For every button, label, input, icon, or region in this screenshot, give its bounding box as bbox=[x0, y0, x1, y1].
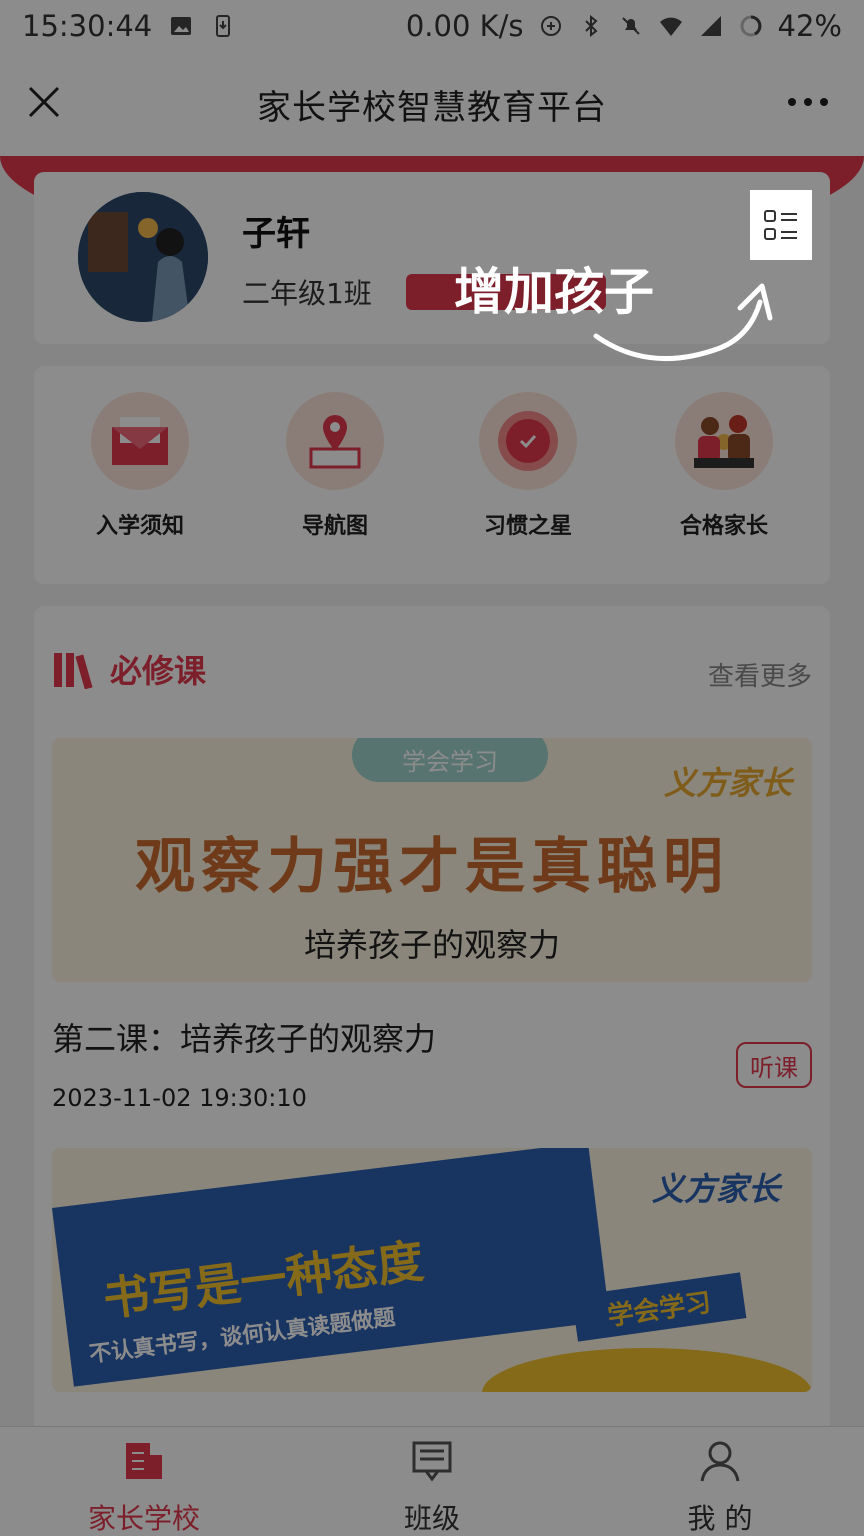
battery-icon bbox=[740, 15, 762, 37]
status-bar: 15:30:44 0.00 K/s 42% bbox=[0, 0, 864, 52]
bottom-tab-bar: 家长学校 班级 我 的 bbox=[0, 1426, 864, 1536]
child-name: 子轩 bbox=[242, 214, 310, 254]
tab-mine[interactable]: 我 的 bbox=[620, 1439, 820, 1536]
school-icon bbox=[126, 1443, 162, 1479]
tab-parent-school[interactable]: 家长学校 bbox=[44, 1439, 244, 1536]
bluetooth-icon bbox=[584, 14, 598, 38]
section-title: 必修课 bbox=[110, 652, 207, 690]
more-options-icon[interactable] bbox=[786, 96, 830, 108]
lesson-time: 2023-11-02 19:30:10 bbox=[52, 1084, 307, 1112]
view-more-link[interactable]: 查看更多 bbox=[708, 656, 812, 693]
banner-decoration bbox=[482, 1348, 812, 1392]
wifi-icon bbox=[659, 17, 682, 36]
required-course-section: 必修课 查看更多 学会学习 义方家长 观察力强才是真聪明 培养孩子的观察力 第二… bbox=[34, 606, 830, 1426]
data-saver-icon bbox=[540, 16, 561, 36]
battery-level: 42% bbox=[777, 9, 842, 43]
list-icon bbox=[764, 210, 797, 240]
tab-label: 家长学校 bbox=[87, 1502, 200, 1535]
quick-item-label: 导航图 bbox=[301, 514, 368, 539]
class-icon bbox=[412, 1441, 452, 1482]
close-icon[interactable] bbox=[26, 84, 62, 120]
course-banner-observation[interactable]: 学会学习 义方家长 观察力强才是真聪明 培养孩子的观察力 bbox=[52, 738, 812, 982]
title-bar: 家长学校智慧教育平台 bbox=[0, 52, 864, 156]
banner-subtitle: 培养孩子的观察力 bbox=[303, 926, 560, 964]
mute-icon bbox=[621, 17, 640, 35]
child-list-button[interactable] bbox=[750, 190, 812, 260]
family-icon bbox=[675, 392, 773, 490]
books-icon bbox=[54, 653, 93, 689]
curved-arrow-icon bbox=[593, 283, 773, 362]
quick-item-navigation[interactable]: 导航图 bbox=[255, 392, 415, 540]
status-time: 15:30:44 bbox=[22, 9, 153, 43]
listen-button[interactable]: 听课 bbox=[736, 1042, 812, 1088]
banner-headline: 观察力强才是真聪明 bbox=[135, 832, 729, 902]
page-title: 家长学校智慧教育平台 bbox=[257, 87, 607, 128]
avatar[interactable] bbox=[78, 192, 208, 322]
tab-label: 我 的 bbox=[687, 1502, 753, 1535]
tab-class[interactable]: 班级 bbox=[332, 1439, 532, 1536]
image-icon bbox=[171, 17, 192, 35]
brand-logo: 义方家长 bbox=[663, 764, 792, 802]
network-speed: 0.00 K/s bbox=[405, 9, 524, 43]
quick-item-enrollment[interactable]: 入学须知 bbox=[60, 392, 220, 540]
quick-item-label: 入学须知 bbox=[95, 514, 184, 539]
banner-tag: 学会学习 bbox=[402, 748, 498, 776]
clock-icon bbox=[479, 392, 577, 490]
lesson-title[interactable]: 第二课：培养孩子的观察力 bbox=[52, 1014, 436, 1060]
section-header: 必修课 bbox=[52, 646, 206, 692]
map-pin-icon bbox=[286, 392, 384, 490]
tab-label: 班级 bbox=[403, 1502, 460, 1535]
quick-item-label: 合格家长 bbox=[679, 514, 768, 539]
download-icon bbox=[216, 15, 231, 37]
course-banner-writing[interactable]: 义方家长 书写是一种态度 不认真书写，谈何认真读题做题 学会学习 bbox=[52, 1148, 812, 1392]
quick-menu: 入学须知 导航图 习惯之星 合格家长 bbox=[34, 366, 830, 584]
signal-icon bbox=[700, 16, 721, 36]
envelope-icon bbox=[91, 392, 189, 490]
brand-logo: 义方家长 bbox=[651, 1170, 780, 1208]
quick-item-label: 习惯之星 bbox=[483, 514, 572, 539]
quick-item-qualified-parent[interactable]: 合格家长 bbox=[644, 392, 804, 540]
user-icon bbox=[700, 1441, 740, 1482]
avatar-image bbox=[78, 192, 208, 322]
quick-item-habit-star[interactable]: 习惯之星 bbox=[448, 392, 608, 540]
child-class: 二年级1班 bbox=[242, 277, 372, 310]
